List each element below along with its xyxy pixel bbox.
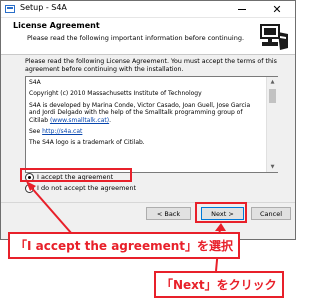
accept-callout: 「I accept the agreement」を選択 <box>8 232 241 259</box>
setup-computer-icon <box>260 24 288 50</box>
citilab-link[interactable]: (www.smalltalk.cat) <box>50 117 109 124</box>
license-scrollbar[interactable]: ▲ ▼ <box>266 77 278 172</box>
close-button[interactable]: ✕ <box>259 1 295 17</box>
scroll-down-arrow-icon[interactable]: ▼ <box>267 162 278 172</box>
license-paragraph: See http://s4a.cat <box>29 128 261 135</box>
cancel-button[interactable]: Cancel <box>251 207 291 220</box>
installer-window: Setup - S4A ✕ License Agreement Please r… <box>0 0 296 240</box>
license-paragraph: The S4A logo is a trademark of Citilab. <box>29 139 145 147</box>
title-bar: Setup - S4A ✕ <box>1 1 295 18</box>
decline-radio[interactable] <box>25 183 34 193</box>
window-title: Setup - S4A <box>20 3 67 12</box>
back-button[interactable]: < Back <box>146 207 191 220</box>
scroll-thumb[interactable] <box>269 89 276 103</box>
decline-label[interactable]: I do not accept the agreement <box>37 184 136 192</box>
license-textbox[interactable]: S4A Copyright (c) 2010 Massachusetts Ins… <box>25 76 278 173</box>
license-text: S4A Copyright (c) 2010 Massachusetts Ins… <box>29 79 261 151</box>
accept-highlight-box <box>20 168 132 182</box>
instruction-text: Please read the following License Agreem… <box>25 58 277 73</box>
next-callout: 「Next」をクリック <box>154 271 284 298</box>
setup-app-icon <box>5 5 15 13</box>
scroll-up-arrow-icon[interactable]: ▲ <box>267 77 278 87</box>
page-subtitle: Please read the following important info… <box>27 34 245 42</box>
see-text: See <box>29 128 41 136</box>
decline-option[interactable]: I do not accept the agreement <box>25 183 136 193</box>
license-paragraph: S4A is developed by Marina Conde, Victor… <box>29 101 251 124</box>
license-paragraph: S4A <box>29 79 41 86</box>
minimize-button[interactable] <box>227 1 257 17</box>
page-title: License Agreement <box>13 21 100 30</box>
wizard-header: License Agreement Please read the follow… <box>1 18 295 55</box>
footer-divider <box>1 202 295 203</box>
s4a-link[interactable]: http://s4a.cat <box>42 128 82 135</box>
license-paragraph: Copyright (c) 2010 Massachusetts Institu… <box>29 90 202 98</box>
minimize-icon <box>238 8 246 10</box>
close-icon: ✕ <box>272 2 282 16</box>
next-highlight-box <box>195 202 247 223</box>
